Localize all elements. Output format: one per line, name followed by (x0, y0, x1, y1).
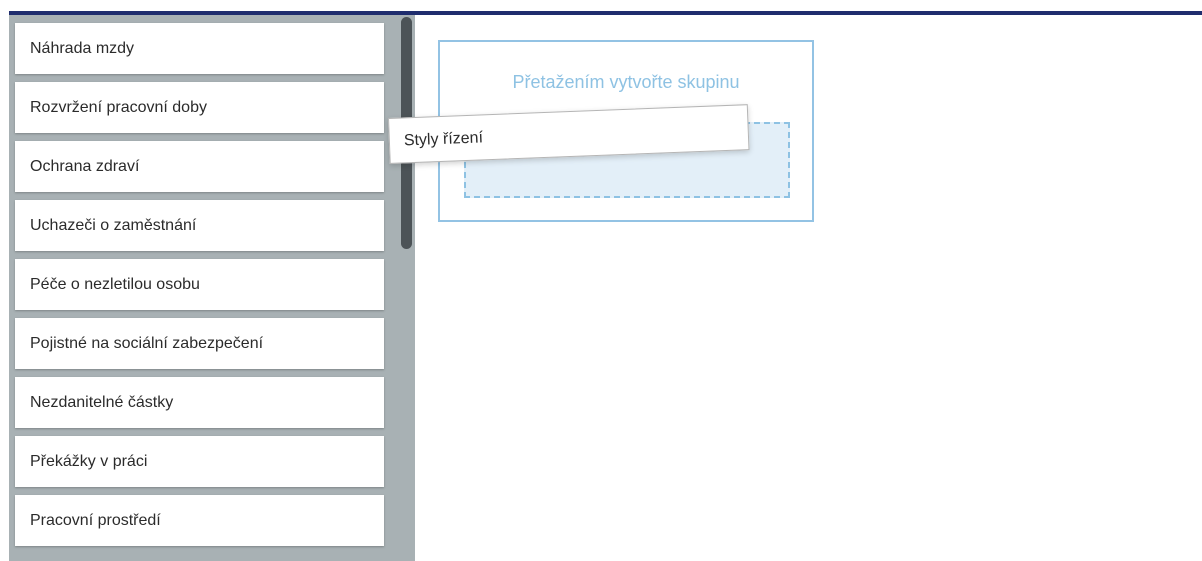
list-item-ochrana-zdravi[interactable]: Ochrana zdraví (15, 141, 384, 192)
list-item-pojistne[interactable]: Pojistné na sociální zabezpečení (15, 318, 384, 369)
list-item-nahrada-mzdy[interactable]: Náhrada mzdy (15, 23, 384, 74)
list-item-rozvrzeni-pracovni-doby[interactable]: Rozvržení pracovní doby (15, 82, 384, 133)
draggable-items-list: Náhrada mzdy Rozvržení pracovní doby Och… (15, 23, 384, 554)
list-item-prekazky-v-praci[interactable]: Překážky v práci (15, 436, 384, 487)
list-item-pracovni-prostredi[interactable]: Pracovní prostředí (15, 495, 384, 546)
list-item-uchazeci-o-zamestnani[interactable]: Uchazeči o zaměstnání (15, 200, 384, 251)
list-item-pece-o-nezletilou-osobu[interactable]: Péče o nezletilou osobu (15, 259, 384, 310)
list-item-nezdanitelne-castky[interactable]: Nezdanitelné částky (15, 377, 384, 428)
drop-zone-title: Přetažením vytvořte skupinu (512, 72, 740, 92)
